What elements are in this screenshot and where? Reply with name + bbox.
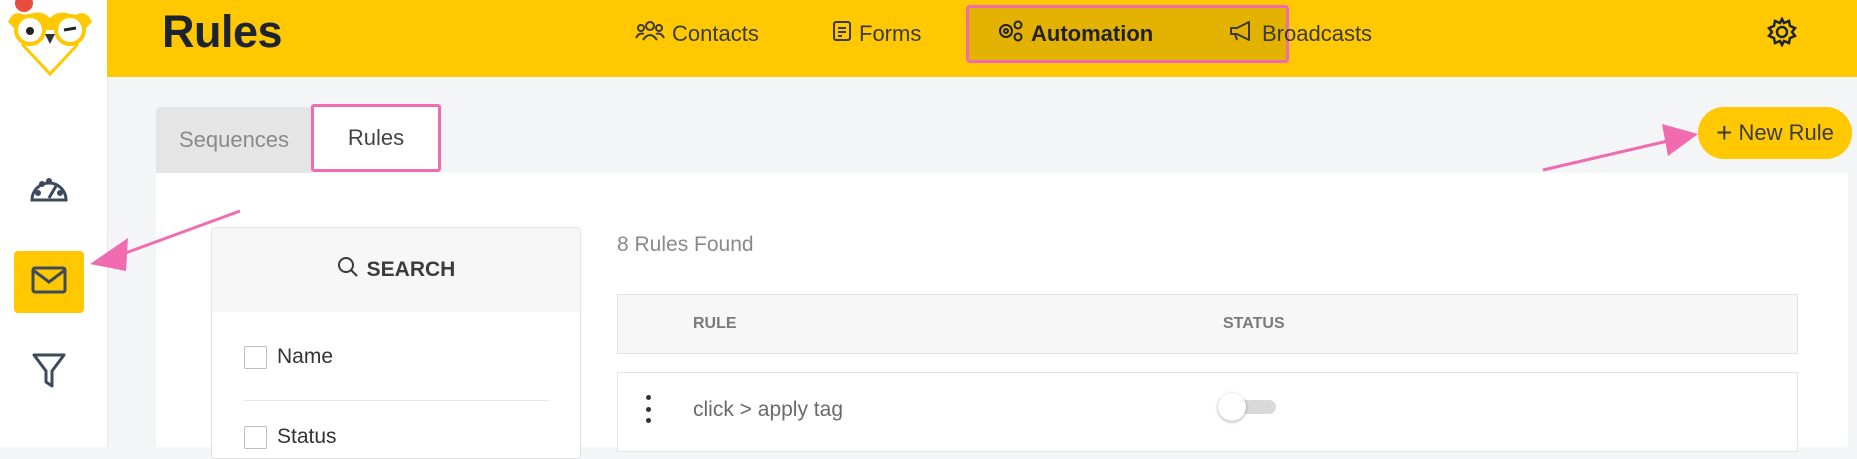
plus-icon: + xyxy=(1716,117,1733,148)
row-menu-icon[interactable] xyxy=(641,395,655,423)
tab-rules[interactable]: Rules xyxy=(311,104,441,172)
new-rule-button[interactable]: + New Rule xyxy=(1698,107,1852,159)
search-icon xyxy=(337,256,359,284)
filter-name-checkbox[interactable] xyxy=(244,345,267,369)
sidebar-item-filter[interactable] xyxy=(14,342,84,404)
nav-broadcasts-label: Broadcasts xyxy=(1262,21,1373,46)
status-toggle[interactable] xyxy=(1218,393,1276,421)
owl-logo[interactable] xyxy=(0,0,100,80)
search-panel: SEARCH Name Status xyxy=(211,227,581,459)
table-row[interactable]: click > apply tag xyxy=(617,372,1798,452)
new-rule-label: New Rule xyxy=(1738,120,1834,145)
rule-name[interactable]: click > apply tag xyxy=(693,398,843,422)
filter-name-label: Name xyxy=(277,345,334,368)
nav-contacts[interactable]: Contacts xyxy=(635,6,759,62)
filter-status[interactable]: Status xyxy=(244,425,337,449)
column-header-rule[interactable]: RULE xyxy=(693,315,737,333)
page-title: Rules xyxy=(162,6,283,57)
envelope-icon xyxy=(31,266,67,299)
filter-divider xyxy=(244,400,549,401)
filter-name[interactable]: Name xyxy=(244,345,333,369)
nav-broadcasts[interactable]: Broadcasts xyxy=(1229,6,1372,62)
rules-count: 8 Rules Found xyxy=(617,233,754,256)
nav-contacts-label: Contacts xyxy=(672,21,759,46)
top-bar: Rules Contacts Forms Automation Broadcas… xyxy=(107,0,1857,77)
settings-button[interactable] xyxy=(1762,14,1802,54)
tab-sequences[interactable]: Sequences xyxy=(156,107,312,173)
search-title: SEARCH xyxy=(366,258,456,281)
table-header: RULE STATUS xyxy=(617,294,1798,354)
nav-automation-label: Automation xyxy=(1031,21,1154,46)
nav-forms[interactable]: Forms xyxy=(832,6,921,62)
filter-status-checkbox[interactable] xyxy=(244,425,267,449)
sidebar xyxy=(0,0,108,447)
column-header-status[interactable]: STATUS xyxy=(1223,315,1285,333)
sidebar-item-dashboard[interactable] xyxy=(14,160,84,222)
gears-icon xyxy=(996,19,1024,49)
arrow-to-new-rule xyxy=(1542,124,1698,172)
filter-status-label: Status xyxy=(277,425,337,448)
form-icon xyxy=(832,20,852,48)
dashboard-icon xyxy=(28,172,70,211)
gear-icon xyxy=(1767,15,1797,52)
users-icon xyxy=(635,20,665,48)
nav-forms-label: Forms xyxy=(859,21,922,46)
filter-icon xyxy=(31,352,67,395)
sidebar-item-mail[interactable] xyxy=(14,251,84,313)
megaphone-icon xyxy=(1229,20,1255,48)
search-header[interactable]: SEARCH xyxy=(212,228,580,312)
